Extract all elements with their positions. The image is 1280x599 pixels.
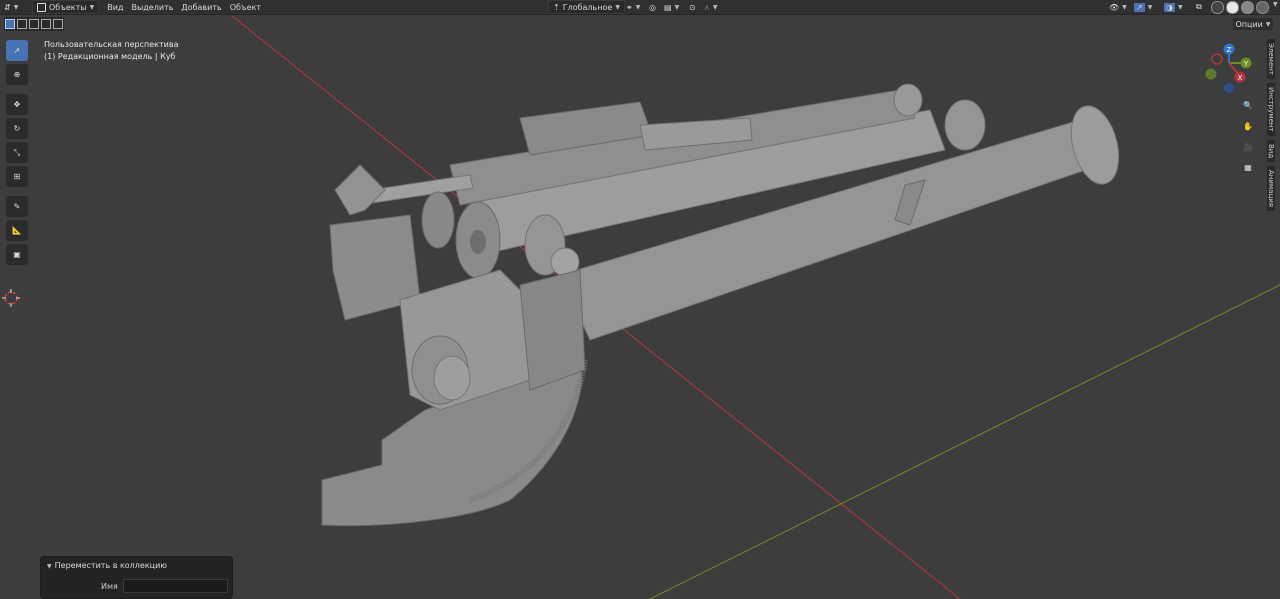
move-tool-icon[interactable]: ✥: [6, 94, 28, 115]
xray-icon[interactable]: ⧉: [1192, 1, 1206, 13]
viewport-header: ⇵ ▼ Объекты ▼ Вид Выделить Добавить Объект…: [0, 0, 1280, 15]
sidebar-tabs: Элемент Инструмент Вид Анимация: [1266, 38, 1280, 214]
select-extend-icon[interactable]: [17, 19, 27, 29]
cursor-tool-icon[interactable]: ⊕: [6, 64, 28, 85]
add-cube-tool-icon[interactable]: ▣: [6, 244, 28, 265]
menu-view[interactable]: Вид: [103, 1, 127, 13]
snap-options-icon[interactable]: ▤ ▼: [660, 1, 683, 13]
overlay-toggle-icon[interactable]: ◑ ▼: [1160, 1, 1187, 13]
name-field[interactable]: [123, 579, 228, 593]
tab-tool[interactable]: Инструмент: [1266, 81, 1276, 137]
select-new-icon[interactable]: [5, 19, 15, 29]
falloff-icon[interactable]: ∧ ▼: [700, 1, 721, 13]
perspective-label: Пользовательская перспектива: [44, 40, 179, 49]
shading-dropdown-icon[interactable]: ▼: [1273, 1, 1278, 14]
z-axis-label: Z: [1227, 46, 1232, 54]
neg-y-axis-handle[interactable]: [1205, 68, 1217, 80]
scale-tool-icon[interactable]: ⤡: [6, 142, 28, 163]
wireframe-shading-icon[interactable]: [1211, 1, 1224, 14]
solid-shading-icon[interactable]: [1226, 1, 1239, 14]
select-invert-icon[interactable]: [41, 19, 51, 29]
menu-object[interactable]: Объект: [226, 1, 265, 13]
tab-item[interactable]: Элемент: [1266, 38, 1276, 80]
transform-orientation-label: Глобальное: [562, 2, 613, 12]
tab-view[interactable]: Вид: [1266, 138, 1276, 163]
orientation-icon: ⇡: [553, 2, 560, 12]
visibility-icon[interactable]: 👁 ▼: [1105, 1, 1131, 13]
annotate-tool-icon[interactable]: ✎: [6, 196, 28, 217]
select-box-icon[interactable]: ➚: [6, 40, 28, 61]
snap-icon[interactable]: ◎: [645, 1, 660, 13]
x-axis-label: X: [1238, 74, 1243, 82]
options-label: Опции: [1235, 19, 1263, 29]
tab-animation[interactable]: Анимация: [1266, 164, 1276, 212]
zoom-icon[interactable]: 🔍: [1239, 96, 1257, 114]
last-operation-title[interactable]: ▼ Переместить в коллекцию: [47, 561, 167, 570]
chevron-down-icon: ▼: [47, 563, 52, 570]
menu-select[interactable]: Выделить: [127, 1, 177, 13]
neg-x-axis-handle[interactable]: [1211, 53, 1223, 65]
transform-orientation-dropdown[interactable]: ⇡ Глобальное ▼: [548, 0, 625, 14]
object-label: (1) Редакционная модель | Куб: [44, 52, 176, 61]
pivot-icon[interactable]: ⚭ ▼: [622, 1, 644, 13]
transform-tool-icon[interactable]: ⊞: [6, 166, 28, 187]
last-operation-panel[interactable]: ▼ Переместить в коллекцию Имя: [40, 556, 233, 599]
navigation-gizmo[interactable]: Z Y X: [1198, 40, 1258, 100]
gizmo-toggle-icon[interactable]: ↗ ▼: [1130, 1, 1156, 13]
selection-mode-strip: [4, 17, 64, 31]
y-axis-label: Y: [1243, 60, 1249, 68]
editor-type-button[interactable]: ⇵ ▼: [0, 1, 28, 13]
tool-shelf: ➚ ⊕ ✥ ↻ ⤡ ⊞ ✎ 📐 ▣: [6, 40, 30, 268]
rendered-shading-icon[interactable]: [1256, 1, 1269, 14]
mode-label: Объекты: [49, 2, 87, 12]
menu-add[interactable]: Добавить: [177, 1, 225, 13]
grid-view-icon[interactable]: ▦: [1239, 158, 1257, 176]
material-shading-icon[interactable]: [1241, 1, 1254, 14]
measure-tool-icon[interactable]: 📐: [6, 220, 28, 241]
mode-dropdown[interactable]: Объекты ▼: [32, 0, 100, 14]
proportional-edit-icon[interactable]: ⊙: [685, 1, 700, 13]
select-intersect-icon[interactable]: [53, 19, 63, 29]
last-operation-title-text: Переместить в коллекцию: [54, 561, 168, 570]
name-label: Имя: [101, 582, 118, 591]
select-subtract-icon[interactable]: [29, 19, 39, 29]
rotate-tool-icon[interactable]: ↻: [6, 118, 28, 139]
neg-z-axis-handle[interactable]: [1224, 83, 1234, 93]
options-button[interactable]: Опции ▼: [1233, 18, 1273, 30]
camera-icon[interactable]: 🎥: [1239, 138, 1257, 156]
pan-hand-icon[interactable]: ✋: [1239, 117, 1257, 135]
3d-viewport[interactable]: [0, 0, 1280, 599]
